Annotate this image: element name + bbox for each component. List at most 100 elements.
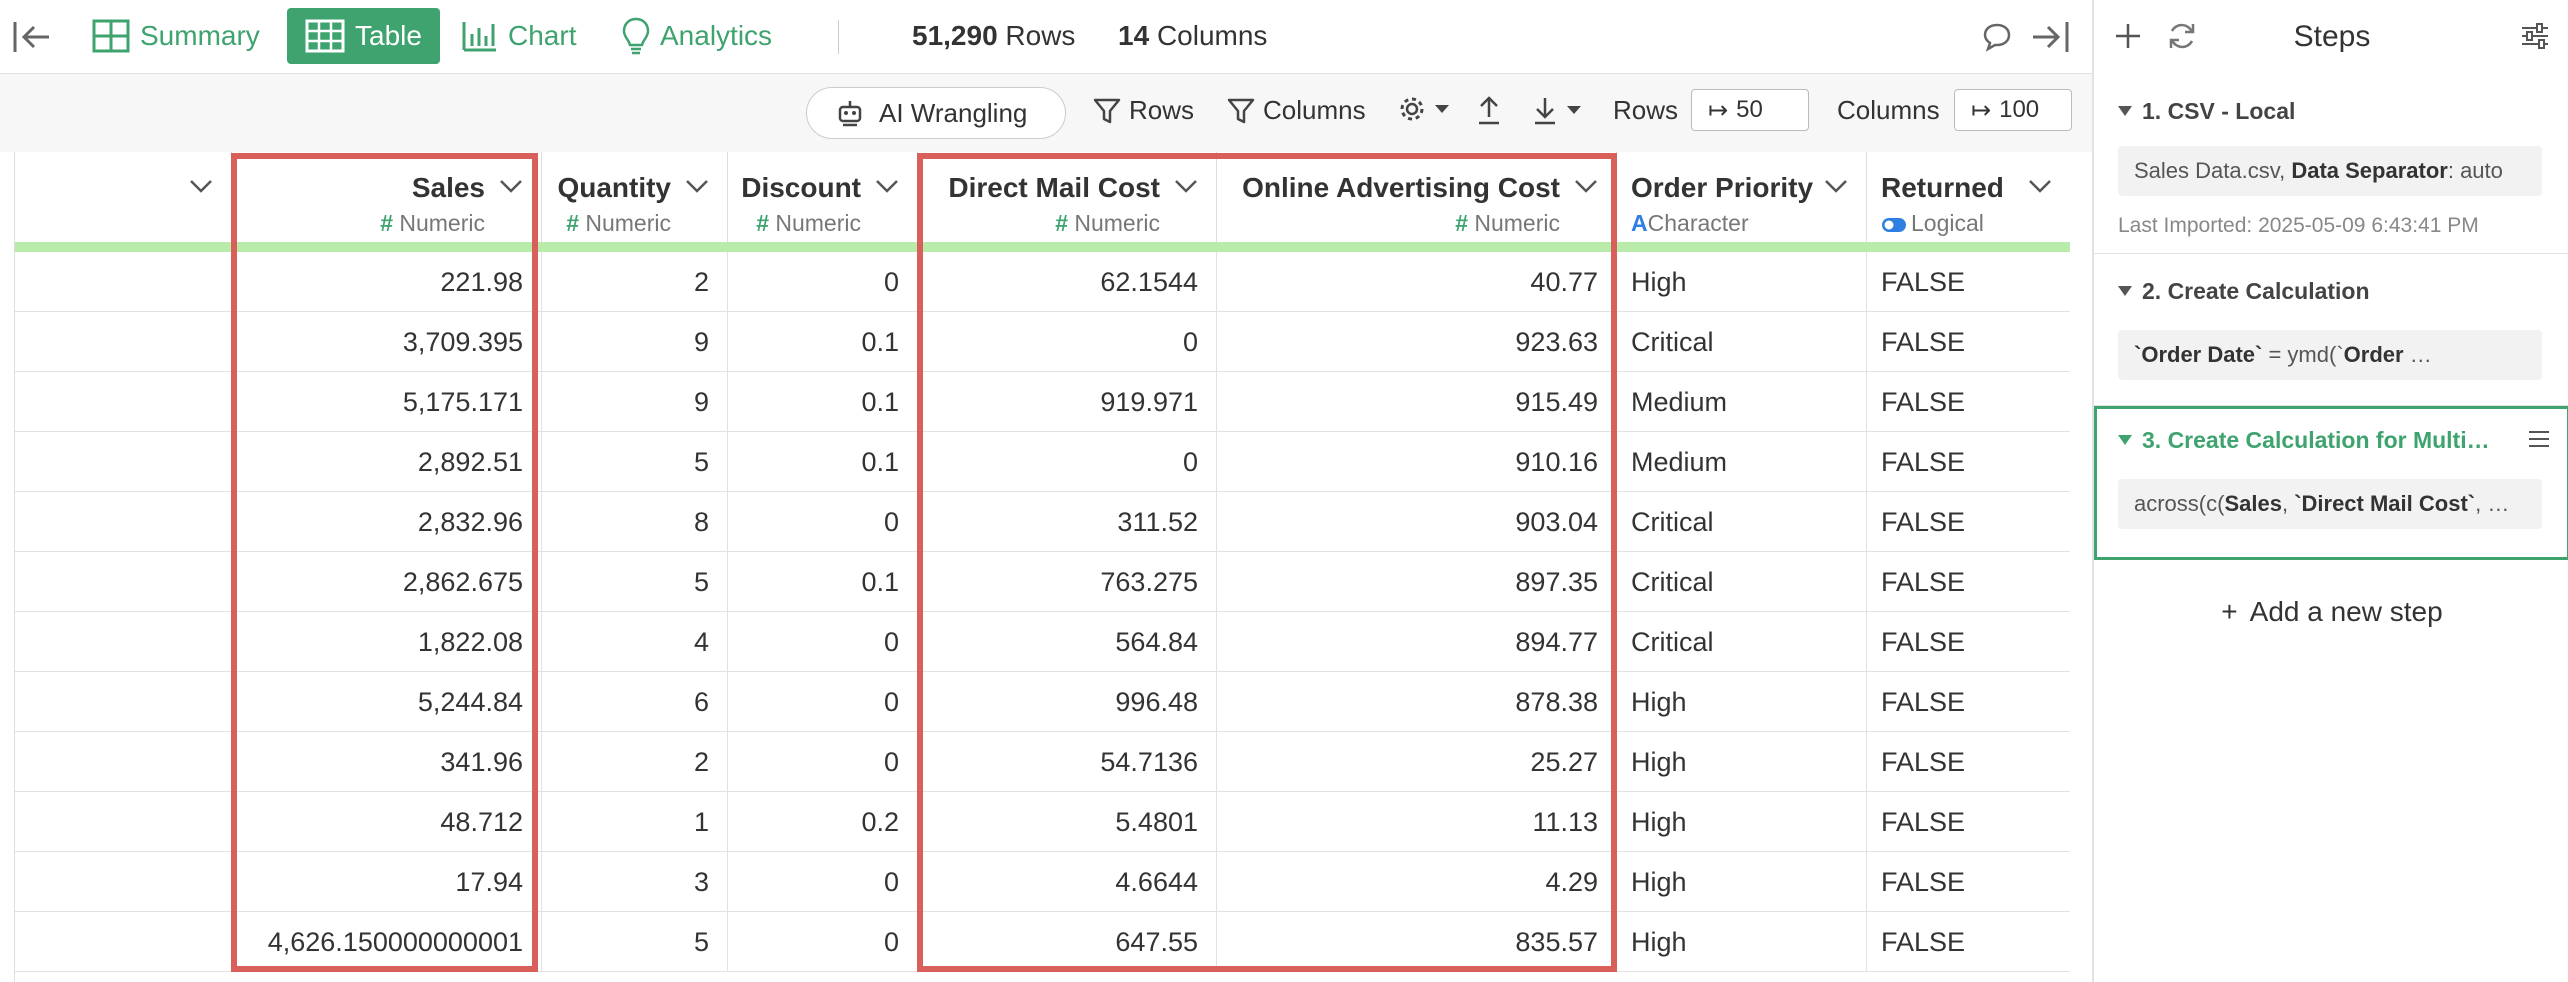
export-icon[interactable] [1476,95,1502,125]
chevron-down-icon[interactable] [1574,178,1598,194]
cell-discount[interactable]: 0 [728,852,918,912]
table-row[interactable]: 221.98 2 0 62.1544 40.77 High FALSE [15,252,2070,312]
cell-sales[interactable]: 2,862.675 [232,552,542,612]
column-header-blank[interactable] [15,152,232,252]
cell-order-priority[interactable]: High [1617,852,1867,912]
cell-returned[interactable]: FALSE [1867,492,2070,552]
cell-blank[interactable] [15,432,232,492]
cell-blank[interactable] [15,732,232,792]
cell-discount[interactable]: 0.1 [728,372,918,432]
cell-returned[interactable]: FALSE [1867,912,2070,972]
cell-direct-mail-cost[interactable]: 0 [918,432,1217,492]
cell-direct-mail-cost[interactable]: 4.6644 [918,852,1217,912]
column-header-discount[interactable]: Discount # Numeric [728,152,918,252]
rows-limit-input[interactable]: ↦ 50 [1691,89,1809,131]
cell-sales[interactable]: 2,892.51 [232,432,542,492]
chevron-down-icon[interactable] [685,178,709,194]
chevron-down-icon[interactable] [2028,178,2052,194]
cell-blank[interactable] [15,852,232,912]
cell-order-priority[interactable]: Medium [1617,432,1867,492]
step-2[interactable]: 2. Create Calculation `Order Date` = ymd… [2094,256,2568,406]
cell-online-advertising-cost[interactable]: 11.13 [1217,792,1617,852]
cell-order-priority[interactable]: Critical [1617,612,1867,672]
cell-blank[interactable] [15,912,232,972]
cell-online-advertising-cost[interactable]: 835.57 [1217,912,1617,972]
add-step-button[interactable]: + Add a new step [2094,596,2568,628]
cell-quantity[interactable]: 5 [542,552,728,612]
cell-online-advertising-cost[interactable]: 894.77 [1217,612,1617,672]
chevron-down-icon[interactable] [499,178,523,194]
cell-direct-mail-cost[interactable]: 564.84 [918,612,1217,672]
cell-discount[interactable]: 0.1 [728,312,918,372]
table-row[interactable]: 3,709.395 9 0.1 0 923.63 Critical FALSE [15,312,2070,372]
cell-order-priority[interactable]: Critical [1617,312,1867,372]
cell-sales[interactable]: 2,832.96 [232,492,542,552]
cell-discount[interactable]: 0 [728,492,918,552]
column-header-online-advertising-cost[interactable]: Online Advertising Cost # Numeric [1217,152,1617,252]
columns-limit-input[interactable]: ↦ 100 [1954,89,2072,131]
cell-sales[interactable]: 1,822.08 [232,612,542,672]
cell-sales[interactable]: 221.98 [232,252,542,312]
cell-order-priority[interactable]: High [1617,672,1867,732]
chevron-down-icon[interactable] [189,178,213,194]
table-row[interactable]: 341.96 2 0 54.7136 25.27 High FALSE [15,732,2070,792]
cell-sales[interactable]: 341.96 [232,732,542,792]
cell-sales[interactable]: 5,244.84 [232,672,542,732]
cell-online-advertising-cost[interactable]: 910.16 [1217,432,1617,492]
cell-quantity[interactable]: 9 [542,372,728,432]
settings-dropdown[interactable] [1398,95,1458,123]
table-row[interactable]: 2,832.96 8 0 311.52 903.04 Critical FALSE [15,492,2070,552]
cell-blank[interactable] [15,252,232,312]
cell-sales[interactable]: 48.712 [232,792,542,852]
menu-icon[interactable] [2527,429,2551,449]
tab-summary[interactable]: Summary [92,8,260,64]
cell-returned[interactable]: FALSE [1867,612,2070,672]
cell-quantity[interactable]: 2 [542,732,728,792]
cell-discount[interactable]: 0 [728,912,918,972]
cell-quantity[interactable]: 4 [542,612,728,672]
cell-direct-mail-cost[interactable]: 62.1544 [918,252,1217,312]
cell-discount[interactable]: 0 [728,732,918,792]
collapse-left-icon[interactable] [12,18,52,56]
cell-online-advertising-cost[interactable]: 4.29 [1217,852,1617,912]
column-header-quantity[interactable]: Quantity # Numeric [542,152,728,252]
cell-quantity[interactable]: 5 [542,432,728,492]
cell-direct-mail-cost[interactable]: 763.275 [918,552,1217,612]
cell-discount[interactable]: 0 [728,252,918,312]
table-row[interactable]: 5,244.84 6 0 996.48 878.38 High FALSE [15,672,2070,732]
table-row[interactable]: 2,862.675 5 0.1 763.275 897.35 Critical FALSE [15,552,2070,612]
cell-blank[interactable] [15,612,232,672]
cell-order-priority[interactable]: High [1617,732,1867,792]
cell-online-advertising-cost[interactable]: 897.35 [1217,552,1617,612]
table-row[interactable]: 5,175.171 9 0.1 919.971 915.49 Medium FALSE [15,372,2070,432]
table-row[interactable]: 17.94 3 0 4.6644 4.29 High FALSE [15,852,2070,912]
cell-direct-mail-cost[interactable]: 5.4801 [918,792,1217,852]
cell-returned[interactable]: FALSE [1867,552,2070,612]
cell-blank[interactable] [15,492,232,552]
cell-quantity[interactable]: 9 [542,312,728,372]
cell-direct-mail-cost[interactable]: 647.55 [918,912,1217,972]
column-header-returned[interactable]: Returned Logical [1867,152,2070,252]
cell-quantity[interactable]: 8 [542,492,728,552]
cell-returned[interactable]: FALSE [1867,312,2070,372]
rows-filter-button[interactable]: Rows [1093,95,1194,126]
cell-sales[interactable]: 4,626.150000000001 [232,912,542,972]
cell-blank[interactable] [15,672,232,732]
cell-discount[interactable]: 0 [728,672,918,732]
columns-filter-button[interactable]: Columns [1227,95,1366,126]
cell-sales[interactable]: 17.94 [232,852,542,912]
table-row[interactable]: 48.712 1 0.2 5.4801 11.13 High FALSE [15,792,2070,852]
cell-quantity[interactable]: 6 [542,672,728,732]
cell-blank[interactable] [15,792,232,852]
cell-online-advertising-cost[interactable]: 903.04 [1217,492,1617,552]
chevron-down-icon[interactable] [1174,178,1198,194]
cell-returned[interactable]: FALSE [1867,432,2070,492]
column-header-order-priority[interactable]: Order Priority ACharacter [1617,152,1867,252]
column-header-sales[interactable]: Sales # Numeric [232,152,542,252]
column-header-direct-mail-cost[interactable]: Direct Mail Cost # Numeric [918,152,1217,252]
cell-discount[interactable]: 0.2 [728,792,918,852]
cell-online-advertising-cost[interactable]: 915.49 [1217,372,1617,432]
cell-returned[interactable]: FALSE [1867,732,2070,792]
step-1[interactable]: 1. CSV - Local Sales Data.csv, Data Sepa… [2094,74,2568,254]
download-dropdown[interactable] [1532,95,1590,125]
